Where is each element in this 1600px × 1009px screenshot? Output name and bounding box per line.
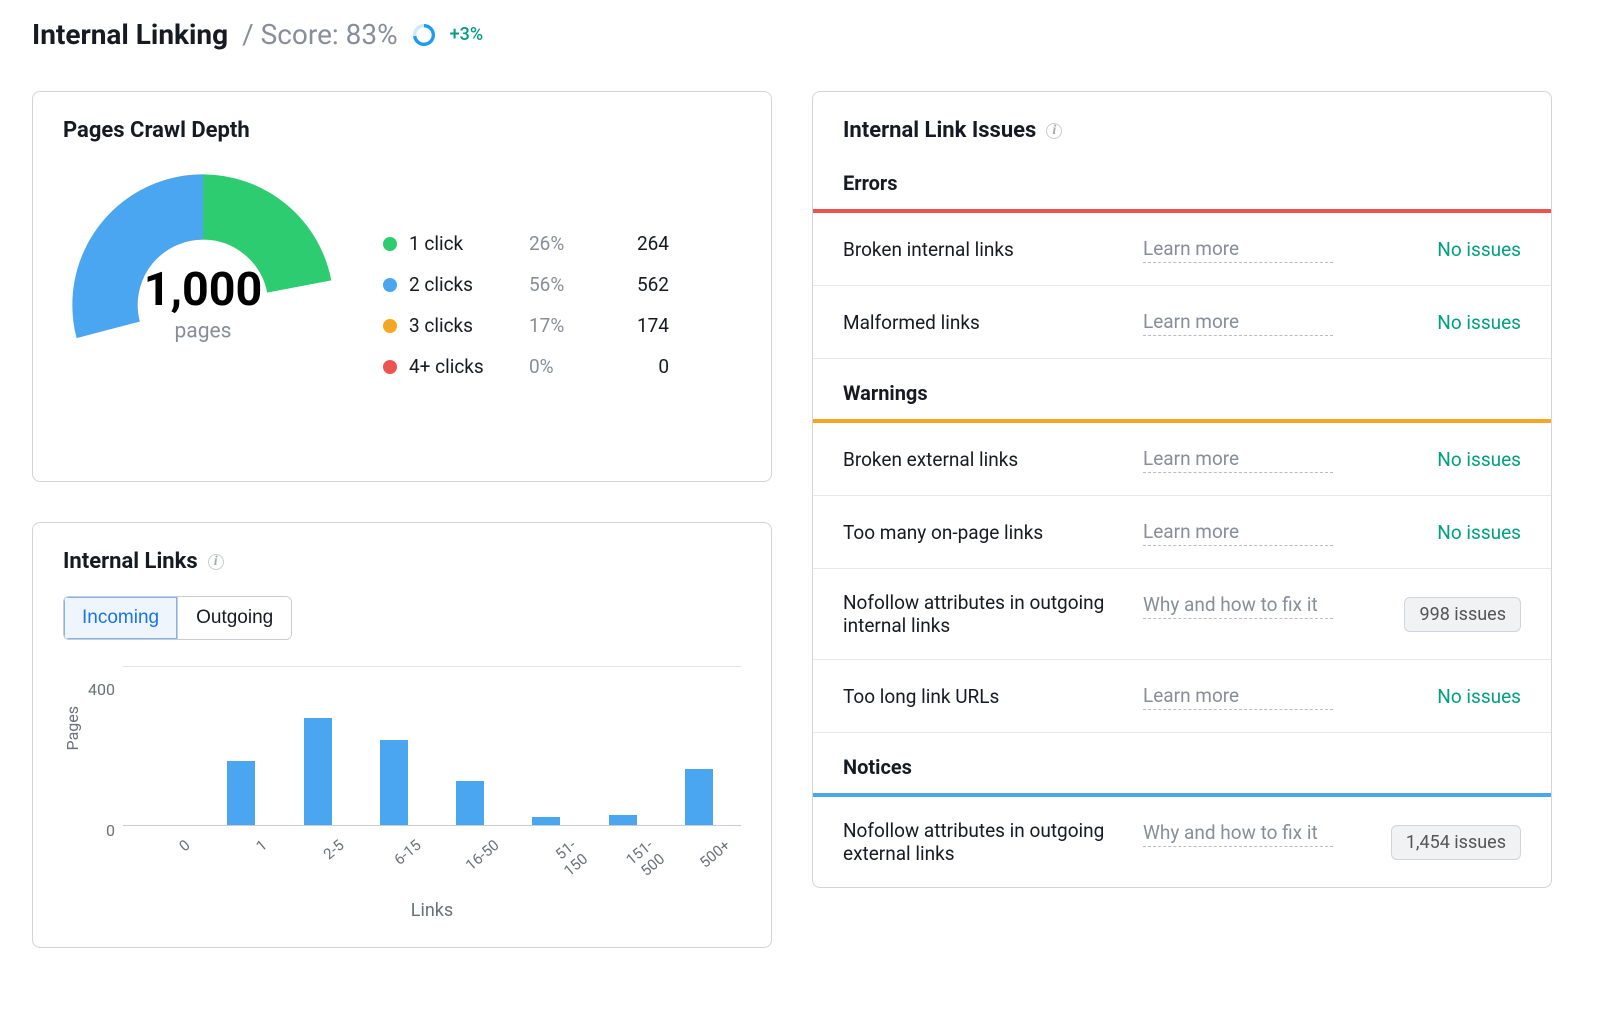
issue-count-badge[interactable]: 1,454 issues <box>1391 825 1521 860</box>
legend-row-1click[interactable]: 1 click 26% 264 <box>383 232 741 255</box>
issue-nofollow-external[interactable]: Nofollow attributes in outgoing external… <box>813 797 1551 887</box>
score-delta-donut-icon <box>412 23 436 47</box>
status-no-issues: No issues <box>1353 311 1521 334</box>
bars <box>123 666 741 825</box>
xaxis-tick: 500+ <box>692 836 746 889</box>
swatch-icon <box>383 319 397 333</box>
bar[interactable] <box>532 817 560 825</box>
donut-total-label: pages <box>175 320 232 344</box>
xaxis-label: Links <box>123 900 741 921</box>
status-no-issues: No issues <box>1353 521 1521 544</box>
issue-broken-internal[interactable]: Broken internal links Learn more No issu… <box>813 213 1551 286</box>
crawl-depth-card: Pages Crawl Depth 1,000 pages 1 click <box>32 91 772 482</box>
learn-more-link[interactable]: Learn more <box>1143 310 1333 336</box>
tab-outgoing[interactable]: Outgoing <box>177 597 291 639</box>
swatch-icon <box>383 360 397 374</box>
issue-broken-external[interactable]: Broken external links Learn more No issu… <box>813 423 1551 496</box>
link-issues-title: Internal Link Issues <box>843 118 1036 143</box>
why-fix-link[interactable]: Why and how to fix it <box>1143 593 1333 619</box>
issue-too-many-onpage[interactable]: Too many on-page links Learn more No iss… <box>813 496 1551 569</box>
swatch-icon <box>383 237 397 251</box>
internal-links-title: Internal Links <box>63 549 198 574</box>
xaxis-tick: 0 <box>151 836 205 889</box>
xaxis-tick: 151-500 <box>614 836 668 889</box>
info-icon[interactable]: i <box>208 554 224 570</box>
bar[interactable] <box>685 769 713 825</box>
xaxis-tick: 1 <box>228 836 282 889</box>
learn-more-link[interactable]: Learn more <box>1143 520 1333 546</box>
xaxis-tick: 6-15 <box>383 836 437 889</box>
issue-malformed[interactable]: Malformed links Learn more No issues <box>813 286 1551 359</box>
issue-nofollow-internal[interactable]: Nofollow attributes in outgoing internal… <box>813 569 1551 660</box>
xaxis-ticks: 012-56-1516-5051-150151-500500+ <box>123 836 741 872</box>
link-issues-card: Internal Link Issues i Errors Broken int… <box>812 91 1552 888</box>
tab-incoming[interactable]: Incoming <box>64 597 177 639</box>
why-fix-link[interactable]: Why and how to fix it <box>1143 821 1333 847</box>
legend-row-4plus[interactable]: 4+ clicks 0% 0 <box>383 355 741 378</box>
section-errors: Errors <box>813 149 1551 209</box>
internal-links-card: Internal Links i Incoming Outgoing Pages… <box>32 522 772 948</box>
yaxis-label: Pages <box>63 706 82 750</box>
bar[interactable] <box>609 815 637 825</box>
issue-count-badge[interactable]: 998 issues <box>1404 597 1521 632</box>
xaxis-tick: 51-150 <box>537 836 591 889</box>
learn-more-link[interactable]: Learn more <box>1143 237 1333 263</box>
crawl-depth-title: Pages Crawl Depth <box>63 118 741 143</box>
bar[interactable] <box>456 781 484 825</box>
bar[interactable] <box>380 740 408 825</box>
internal-links-barchart: Pages 400 0 012-56-1516-5051-150151-5005… <box>63 666 741 921</box>
legend-row-3clicks[interactable]: 3 clicks 17% 174 <box>383 314 741 337</box>
xaxis-tick: 2-5 <box>305 836 359 889</box>
status-no-issues: No issues <box>1353 448 1521 471</box>
score-delta: +3% <box>450 24 483 45</box>
status-no-issues: No issues <box>1353 685 1521 708</box>
issue-too-long-urls[interactable]: Too long link URLs Learn more No issues <box>813 660 1551 733</box>
score-label: / Score: 83% <box>242 18 398 51</box>
link-direction-tabs: Incoming Outgoing <box>63 596 292 640</box>
donut-total: 1,000 <box>144 263 263 317</box>
crawl-depth-donut: 1,000 pages <box>63 165 343 445</box>
section-notices: Notices <box>813 733 1551 793</box>
section-warnings: Warnings <box>813 359 1551 419</box>
yaxis-ticks: 400 0 <box>88 680 123 840</box>
status-no-issues: No issues <box>1353 238 1521 261</box>
swatch-icon <box>383 278 397 292</box>
bar[interactable] <box>304 718 332 825</box>
bar[interactable] <box>227 761 255 825</box>
page-header: Internal Linking / Score: 83% +3% <box>32 18 1568 51</box>
legend-row-2clicks[interactable]: 2 clicks 56% 562 <box>383 273 741 296</box>
crawl-depth-legend: 1 click 26% 264 2 clicks 56% 562 3 click… <box>383 232 741 378</box>
page-title: Internal Linking <box>32 18 228 51</box>
info-icon[interactable]: i <box>1046 123 1062 139</box>
xaxis-tick: 16-50 <box>460 836 514 889</box>
learn-more-link[interactable]: Learn more <box>1143 684 1333 710</box>
learn-more-link[interactable]: Learn more <box>1143 447 1333 473</box>
